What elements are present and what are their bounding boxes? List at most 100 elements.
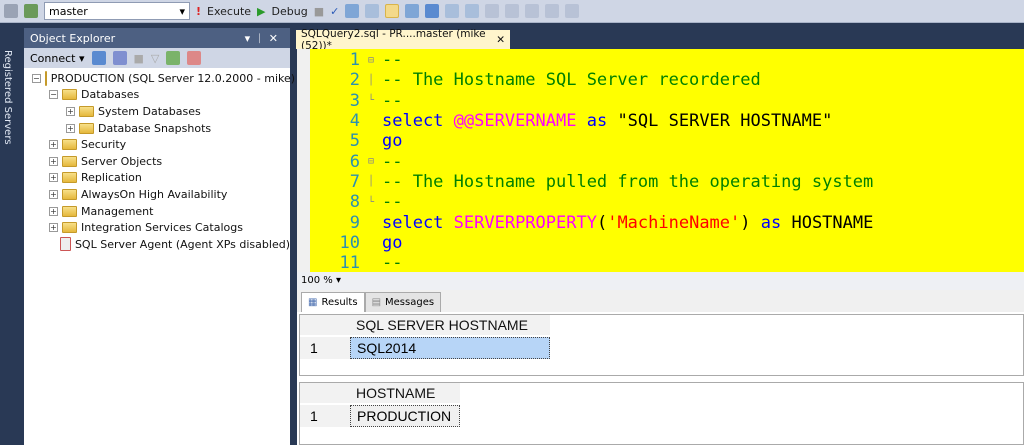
expand-icon[interactable]: + — [49, 140, 58, 150]
code-line[interactable]: 2 │ -- The Hostname SQL Server recordered — [310, 70, 761, 90]
expand-icon[interactable]: + — [49, 189, 58, 199]
tree-item[interactable]: + Security — [32, 136, 290, 153]
debug-button[interactable]: Debug — [272, 5, 308, 18]
grid-cell[interactable]: PRODUCTION — [350, 405, 460, 427]
stop-icon[interactable]: ■ — [134, 52, 144, 65]
include-plan-icon[interactable] — [405, 4, 420, 18]
fold-marker-icon[interactable]: └ — [368, 95, 382, 106]
code-token: 'MachineName' — [607, 212, 741, 233]
expand-icon[interactable]: + — [49, 156, 58, 166]
client-stats-icon[interactable] — [425, 4, 440, 18]
folder-icon — [62, 205, 77, 217]
tree-item[interactable]: + AlwaysOn High Availability — [32, 186, 290, 203]
connect-server-icon[interactable] — [91, 51, 106, 65]
dropdown-icon[interactable]: ▾ — [245, 32, 257, 45]
fold-marker-icon[interactable]: │ — [368, 75, 382, 86]
tree-item[interactable]: SQL Server Agent (Agent XPs disabled) — [32, 236, 290, 253]
tree-item[interactable]: + Management — [32, 203, 290, 220]
outdent-icon[interactable] — [545, 4, 560, 18]
code-token: as — [750, 212, 792, 233]
folder-icon — [79, 105, 94, 117]
result-grid-1: SQL SERVER HOSTNAME 1 SQL2014 — [299, 314, 1024, 376]
code-line[interactable]: 8 └ -- — [310, 192, 403, 212]
row-number[interactable]: 1 — [300, 405, 350, 427]
code-area[interactable]: 1 ⊟ -- 2 │ -- The Hostname SQL Server recorde… — [310, 49, 1024, 274]
object-explorer-toolbar: Connect ▾ ■ ▽ — [24, 48, 290, 68]
collapse-icon[interactable]: − — [49, 90, 58, 100]
results-to-grid-icon[interactable] — [385, 4, 400, 18]
code-token: -- — [382, 253, 403, 274]
line-number: 4 — [349, 111, 360, 132]
indent-icon[interactable] — [525, 4, 540, 18]
tab-sqlquery2[interactable]: SQLQuery2.sql - PR....master (mike (52))… — [296, 28, 510, 52]
refresh-icon[interactable] — [166, 51, 181, 65]
tab-messages[interactable]: ▤ Messages — [364, 292, 442, 312]
tree-item[interactable]: + Replication — [32, 170, 290, 187]
expand-icon[interactable]: + — [66, 106, 75, 116]
plan-icon[interactable] — [345, 4, 360, 18]
agent-icon — [60, 237, 71, 252]
close-tab-icon[interactable]: ✕ — [496, 34, 505, 46]
row-number[interactable]: 1 — [300, 337, 350, 359]
connect-icon[interactable] — [4, 4, 18, 18]
zoom-select[interactable]: 100 % ▾ — [297, 272, 1024, 290]
disconnect-icon[interactable] — [24, 4, 38, 18]
close-icon[interactable]: ✕ — [269, 32, 284, 45]
results-to-file-icon[interactable] — [465, 4, 480, 18]
column-header[interactable]: SQL SERVER HOSTNAME — [350, 315, 550, 335]
execute-button[interactable]: Execute — [207, 5, 251, 18]
fold-marker-icon[interactable]: └ — [368, 197, 382, 208]
code-line[interactable]: 1 ⊟ -- — [310, 50, 403, 70]
tree-item[interactable]: + System Databases — [32, 103, 290, 120]
query-options-icon[interactable] — [365, 4, 380, 18]
folder-icon — [79, 122, 94, 134]
grid-cell[interactable]: SQL2014 — [350, 337, 550, 359]
code-line[interactable]: 5 go — [310, 131, 403, 151]
filter-icon[interactable]: ▽ — [151, 52, 159, 65]
tree-item[interactable]: + Database Snapshots — [32, 120, 290, 137]
tree-item[interactable]: + Integration Services Catalogs — [32, 219, 290, 236]
code-token: select — [382, 111, 454, 132]
stop-icon[interactable]: ■ — [314, 5, 324, 18]
uncomment-icon[interactable] — [505, 4, 520, 18]
expand-icon[interactable]: + — [49, 173, 58, 183]
parse-icon[interactable]: ✓ — [330, 5, 339, 18]
tree-item[interactable]: − PRODUCTION (SQL Server 12.0.2000 - mike… — [32, 70, 295, 87]
expand-icon[interactable]: + — [49, 223, 58, 233]
activity-monitor-icon[interactable] — [187, 51, 202, 65]
code-line[interactable]: 10 go — [310, 233, 403, 253]
tab-results[interactable]: ▦ Results — [301, 292, 365, 312]
tree-item[interactable]: − Databases — [32, 87, 290, 104]
code-line[interactable]: 11 -- — [310, 253, 403, 274]
registered-servers-tab[interactable]: Registered Servers — [2, 50, 13, 145]
connect-button[interactable]: Connect ▾ — [30, 52, 85, 65]
fold-marker-icon[interactable]: ⊟ — [368, 55, 382, 66]
specify-values-icon[interactable] — [565, 4, 580, 18]
disconnect-server-icon[interactable] — [112, 51, 127, 65]
pin-icon[interactable]: ᛁ — [256, 32, 269, 45]
column-header[interactable]: HOSTNAME — [350, 383, 460, 403]
code-line[interactable]: 9 select SERVERPROPERTY('MachineName') as… — [310, 212, 874, 233]
fold-marker-icon[interactable]: │ — [368, 176, 382, 187]
results-to-text-icon[interactable] — [445, 4, 460, 18]
database-select[interactable]: master ▾ — [44, 2, 190, 20]
execute-icon: ! — [196, 4, 202, 18]
fold-marker-icon[interactable]: ⊟ — [368, 156, 382, 167]
comment-icon[interactable] — [485, 4, 500, 18]
line-number: 6 — [349, 151, 360, 172]
object-explorer-panel: Object Explorer ▾ᛁ✕ Connect ▾ ■ ▽ − PRODU… — [24, 28, 295, 445]
editor-margin — [297, 49, 310, 272]
collapse-icon[interactable]: − — [32, 73, 41, 83]
expand-icon[interactable]: + — [49, 206, 58, 216]
code-line[interactable]: 6 ⊟ -- — [310, 151, 403, 172]
code-line[interactable]: 7 │ -- The Hostname pulled from the operat… — [310, 171, 874, 192]
code-line[interactable]: 3 └ -- — [310, 91, 403, 111]
folder-icon — [62, 89, 77, 101]
tree-item[interactable]: + Server Objects — [32, 153, 290, 170]
code-token: -- — [382, 151, 403, 172]
code-line[interactable]: 4 select @@SERVERNAME as "SQL SERVER HOST… — [310, 111, 833, 132]
line-number: 7 — [349, 171, 360, 192]
query-editor[interactable]: 1 ⊟ -- 2 │ -- The Hostname SQL Server recorde… — [297, 49, 1024, 274]
expand-icon[interactable]: + — [66, 123, 75, 133]
line-number: 11 — [339, 253, 360, 274]
